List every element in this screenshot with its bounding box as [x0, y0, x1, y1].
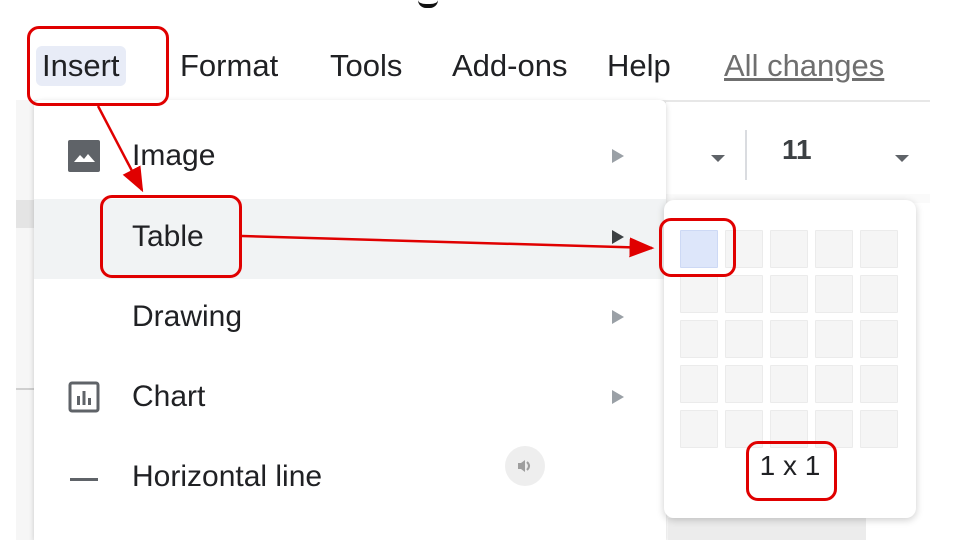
- grid-shadow: [668, 518, 866, 540]
- horizontal-line-icon: [70, 478, 98, 481]
- submenu-arrow-icon: [612, 149, 624, 163]
- table-grid-cell[interactable]: [860, 320, 898, 358]
- font-dropdown-caret-icon[interactable]: [711, 155, 725, 162]
- table-grid-cell[interactable]: [770, 410, 808, 448]
- insert-menu-item-horizontal-line[interactable]: Horizontal line: [34, 439, 666, 519]
- table-grid-cell[interactable]: [680, 320, 718, 358]
- table-size-label: 1 x 1: [759, 450, 821, 481]
- menu-help[interactable]: Help: [607, 46, 671, 86]
- menu-item-label: Image: [132, 139, 216, 172]
- ruler-line: [16, 388, 34, 390]
- menu-tools[interactable]: Tools: [330, 46, 402, 86]
- menu-bar: Insert Format Tools Add-ons Help All cha…: [0, 36, 960, 96]
- speaker-button[interactable]: [505, 446, 545, 486]
- title-glyph-fragment: [418, 0, 438, 8]
- table-grid-cell[interactable]: [680, 275, 718, 313]
- table-grid-cell[interactable]: [680, 410, 718, 448]
- ruler-fragment: [16, 200, 34, 228]
- menu-add-ons[interactable]: Add-ons: [452, 46, 567, 86]
- menu-item-label: Table: [132, 220, 204, 253]
- table-grid-cell[interactable]: [680, 230, 718, 268]
- table-grid-cell[interactable]: [680, 365, 718, 403]
- menu-insert[interactable]: Insert: [36, 46, 126, 86]
- table-grid-cell[interactable]: [725, 320, 763, 358]
- table-grid-cell[interactable]: [860, 230, 898, 268]
- table-grid-cell[interactable]: [770, 365, 808, 403]
- menu-item-label: Drawing: [132, 300, 243, 333]
- toolbar-divider: [745, 130, 747, 180]
- table-grid-cell[interactable]: [770, 320, 808, 358]
- speaker-icon: [518, 460, 530, 472]
- table-grid-cell[interactable]: [725, 365, 763, 403]
- table-grid-cell[interactable]: [815, 410, 853, 448]
- table-grid-cell[interactable]: [725, 275, 763, 313]
- menu-format[interactable]: Format: [180, 46, 278, 86]
- table-grid-cell[interactable]: [815, 320, 853, 358]
- submenu-arrow-icon: [612, 390, 624, 404]
- image-icon: [68, 140, 100, 172]
- font-size-value[interactable]: 11: [782, 134, 812, 166]
- table-grid-cell[interactable]: [815, 365, 853, 403]
- chart-icon: [68, 381, 100, 413]
- submenu-arrow-icon: [612, 230, 624, 244]
- menu-item-label: Horizontal line: [132, 460, 323, 493]
- table-grid-cell[interactable]: [770, 275, 808, 313]
- table-grid-cell[interactable]: [860, 410, 898, 448]
- table-grid-cell[interactable]: [815, 275, 853, 313]
- table-grid-cell[interactable]: [725, 410, 763, 448]
- table-grid-cell[interactable]: [725, 230, 763, 268]
- table-grid: [680, 230, 898, 448]
- table-grid-cell[interactable]: [770, 230, 808, 268]
- insert-menu-item-chart[interactable]: Chart: [34, 359, 666, 439]
- insert-menu-item-drawing[interactable]: Drawing: [34, 279, 666, 359]
- save-status-link[interactable]: All changes: [724, 46, 884, 86]
- insert-menu-item-table[interactable]: Table: [34, 199, 666, 279]
- menu-item-label: Chart: [132, 380, 206, 413]
- table-grid-cell[interactable]: [815, 230, 853, 268]
- insert-menu-item-image[interactable]: Image: [34, 118, 666, 198]
- left-gutter: [16, 100, 34, 540]
- submenu-arrow-icon: [612, 310, 624, 324]
- table-grid-cell[interactable]: [860, 365, 898, 403]
- insert-menu: Image Table Drawing Chart Horizontal lin…: [34, 100, 666, 540]
- font-size-caret-icon[interactable]: [895, 155, 909, 162]
- table-grid-cell[interactable]: [860, 275, 898, 313]
- table-size-picker: 1 x 1: [664, 200, 916, 518]
